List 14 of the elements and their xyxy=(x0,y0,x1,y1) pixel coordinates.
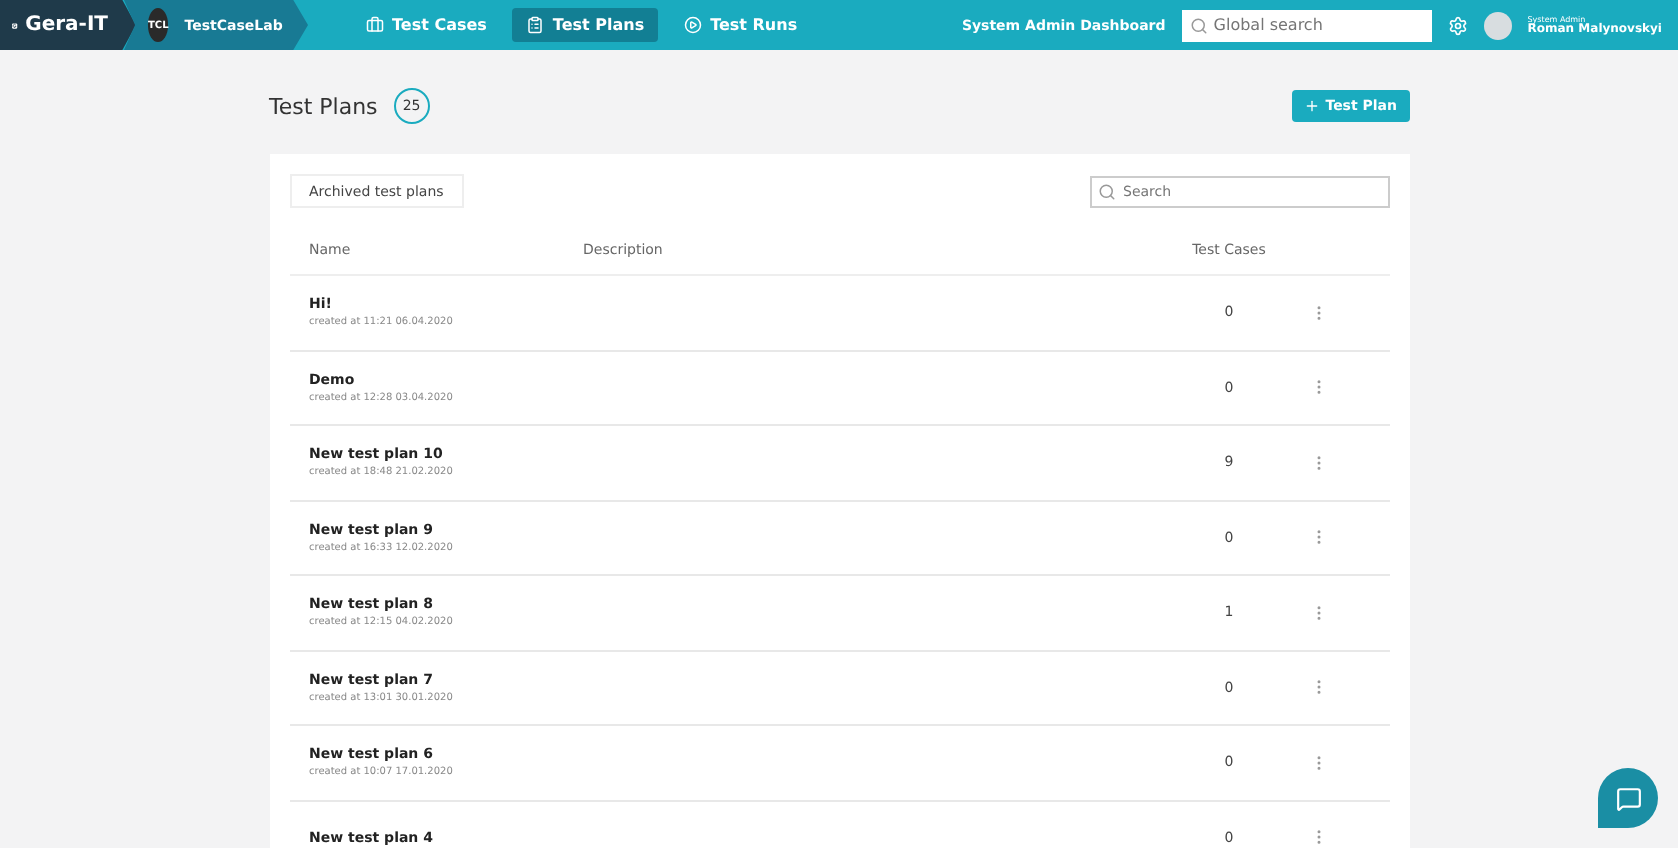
page-title: Test Plans xyxy=(269,93,378,119)
briefcase-icon xyxy=(366,16,384,34)
chat-button[interactable] xyxy=(1598,768,1658,828)
search-icon xyxy=(1097,182,1115,200)
chat-icon xyxy=(1615,785,1641,811)
plus-icon xyxy=(1303,98,1320,114)
brand-name: Gera-IT xyxy=(25,14,108,36)
play-icon xyxy=(684,16,703,34)
search-icon xyxy=(1189,16,1208,34)
nav-tab[interactable]: Test Plans xyxy=(512,8,659,42)
clipboard-icon xyxy=(526,16,545,34)
settings-icon[interactable] xyxy=(1447,15,1468,35)
user-avatar[interactable] xyxy=(1483,11,1512,39)
global-search-field[interactable]: Global search xyxy=(1181,9,1432,41)
